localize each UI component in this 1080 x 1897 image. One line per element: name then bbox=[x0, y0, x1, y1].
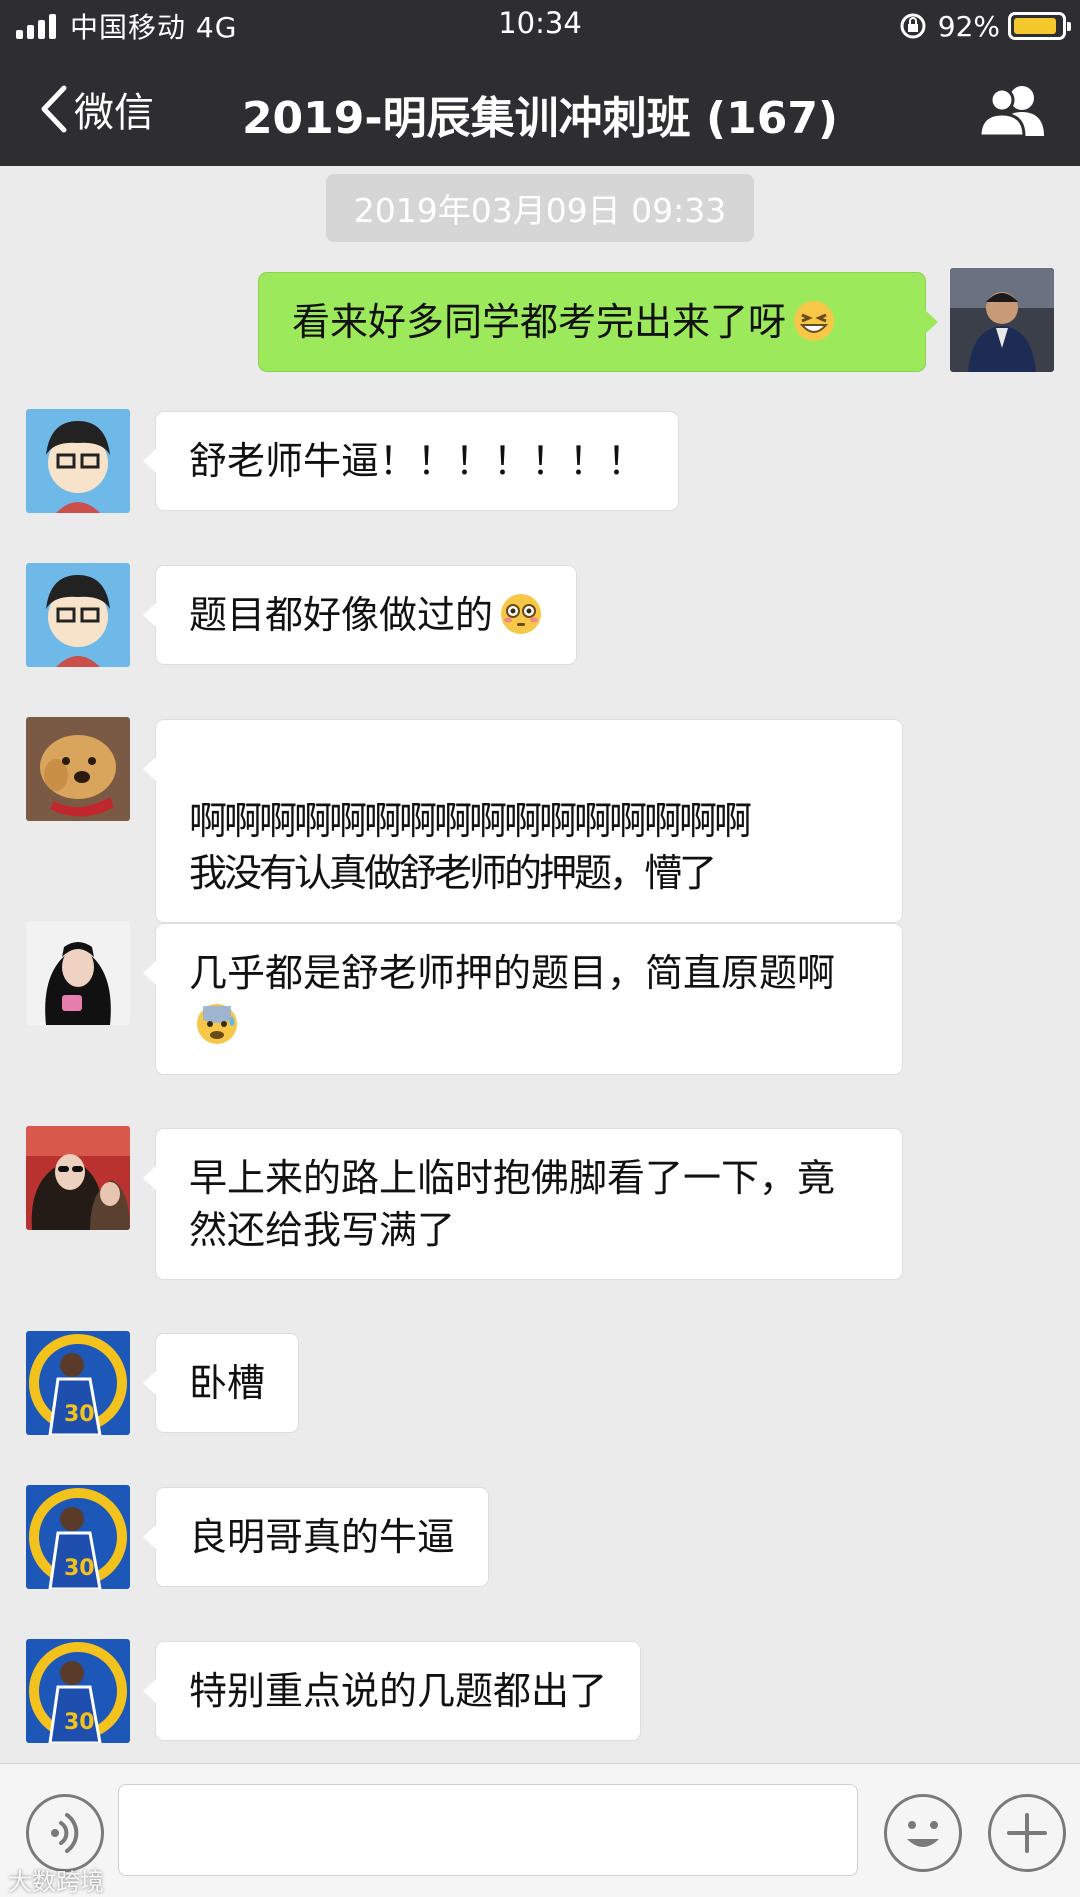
status-right: 92% bbox=[898, 8, 1071, 44]
nav-bar: 微信 2019-明辰集训冲刺班 (167) bbox=[0, 52, 1080, 166]
message-bubble[interactable]: 卧槽 bbox=[142, 1333, 300, 1433]
message-bubble-self[interactable]: 看来好多同学都考完出来了呀 bbox=[258, 272, 938, 372]
avatar-basketball-image: 30 bbox=[26, 1639, 130, 1743]
chat-title: 2019-明辰集训冲刺班 (167) bbox=[241, 93, 839, 144]
avatar-photo-self bbox=[950, 268, 1054, 372]
message-text: 啊啊啊啊啊啊啊啊啊啊啊啊啊啊啊啊 我没有认真做舒老师的押题，懵了 bbox=[189, 799, 752, 895]
message-bubble[interactable]: 早上来的路上临时抱佛脚看了一下，竟然还给我写满了 bbox=[143, 1128, 903, 1280]
message-input[interactable] bbox=[118, 1784, 858, 1876]
svg-text:30: 30 bbox=[64, 1556, 95, 1581]
avatar-cartoon-boy[interactable] bbox=[26, 409, 130, 513]
avatar-dog[interactable] bbox=[26, 717, 130, 821]
message-text: 几乎都是舒老师押的题目，简直原题啊 bbox=[189, 951, 836, 995]
message-bubble[interactable]: 良明哥真的牛逼 bbox=[142, 1487, 490, 1587]
group-members-button[interactable] bbox=[976, 82, 1052, 138]
message-bubble[interactable]: 舒老师牛逼！！！！！！！ bbox=[142, 411, 680, 511]
back-label: 微信 bbox=[74, 90, 154, 136]
chevron-left-icon bbox=[41, 85, 67, 133]
message-text: 卧槽 bbox=[189, 1361, 266, 1405]
avatar-woman-sunglasses[interactable] bbox=[26, 1126, 130, 1230]
message-bubble[interactable]: 啊啊啊啊啊啊啊啊啊啊啊啊啊啊啊啊 我没有认真做舒老师的押题，懵了 bbox=[143, 719, 903, 923]
rotation-lock-icon bbox=[900, 13, 926, 39]
voice-icon bbox=[51, 1813, 79, 1853]
message-bubble[interactable]: 特别重点说的几题都出了 bbox=[142, 1641, 642, 1741]
avatar-self[interactable] bbox=[950, 268, 1054, 372]
input-bar bbox=[0, 1763, 1080, 1897]
message-bubble[interactable]: 题目都好像做过的 bbox=[142, 565, 578, 665]
avatar-basketball[interactable]: 30 bbox=[26, 1331, 130, 1435]
status-bar: 中国移动 4G 10:34 92% bbox=[0, 0, 1080, 52]
plus-icon bbox=[1007, 1813, 1047, 1853]
cold-sweat-emoji-icon bbox=[197, 1004, 237, 1044]
avatar-basketball[interactable]: 30 bbox=[26, 1485, 130, 1589]
timestamp-row: 2019年03月09日 09:33 bbox=[0, 174, 1080, 242]
battery-icon bbox=[1008, 12, 1071, 40]
group-members-icon bbox=[978, 86, 1044, 138]
voice-input-button[interactable] bbox=[26, 1794, 104, 1872]
battery-fill bbox=[1014, 18, 1057, 34]
avatar-basketball-image: 30 bbox=[26, 1485, 130, 1589]
top-bar: 中国移动 4G 10:34 92% 微信 2019-明辰集训冲刺班 (167) bbox=[0, 0, 1080, 166]
avatar-basketball[interactable]: 30 bbox=[26, 1639, 130, 1743]
chat-area[interactable]: 2019年03月09日 09:33 看来好多同学都考完出来了呀 舒老师牛逼！！！… bbox=[0, 166, 1080, 1763]
flushed-emoji-icon bbox=[501, 594, 542, 634]
avatar-cartoon-boy-image bbox=[26, 563, 130, 667]
message-text: 良明哥真的牛逼 bbox=[189, 1515, 456, 1559]
message-text: 早上来的路上临时抱佛脚看了一下，竟然还给我写满了 bbox=[189, 1156, 836, 1252]
grinning-squint-emoji-icon bbox=[794, 301, 835, 341]
avatar-woman-dark[interactable] bbox=[26, 921, 130, 1025]
message-text: 特别重点说的几题都出了 bbox=[189, 1669, 608, 1713]
message-text: 看来好多同学都考完出来了呀 bbox=[292, 300, 787, 344]
avatar-woman-photo bbox=[26, 921, 130, 1025]
avatar-cartoon-boy[interactable] bbox=[26, 563, 130, 667]
message-text: 舒老师牛逼！！！！！！！ bbox=[189, 439, 646, 483]
message-timestamp: 2019年03月09日 09:33 bbox=[325, 174, 755, 242]
svg-text:30: 30 bbox=[64, 1402, 95, 1427]
avatar-dog-photo bbox=[26, 717, 130, 821]
back-button[interactable]: 微信 bbox=[36, 80, 154, 138]
svg-text:30: 30 bbox=[64, 1710, 95, 1735]
battery-percent: 92% bbox=[937, 9, 1000, 43]
message-bubble[interactable]: 几乎都是舒老师押的题目，简直原题啊 bbox=[143, 923, 903, 1075]
smiley-icon bbox=[907, 1821, 939, 1847]
more-button[interactable] bbox=[988, 1794, 1066, 1872]
watermark-logo: 大数跨境 bbox=[8, 1868, 104, 1896]
avatar-woman-sunglasses-photo bbox=[26, 1126, 130, 1230]
emoji-button[interactable] bbox=[884, 1794, 962, 1872]
message-text: 题目都好像做过的 bbox=[189, 593, 494, 637]
avatar-cartoon-boy-image bbox=[26, 409, 130, 513]
avatar-basketball-image: 30 bbox=[26, 1331, 130, 1435]
